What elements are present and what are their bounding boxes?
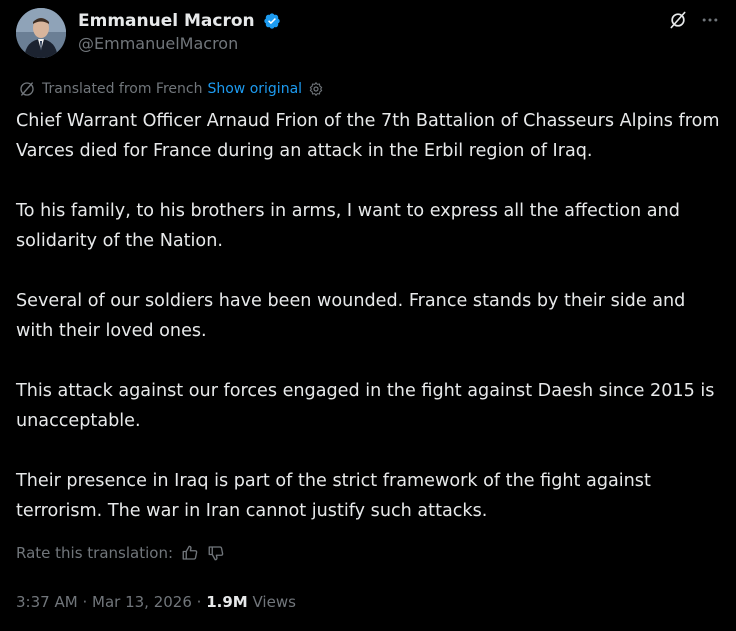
tweet-paragraph: Their presence in Iraq is part of the st… bbox=[16, 471, 651, 521]
avatar[interactable] bbox=[16, 8, 66, 58]
rate-translation-label: Rate this translation: bbox=[16, 544, 174, 562]
tweet-paragraph: To his family, to his brothers in arms, … bbox=[16, 201, 680, 251]
verified-badge-icon bbox=[264, 12, 280, 29]
author-handle[interactable]: @EmmanuelMacron bbox=[78, 34, 281, 53]
translated-from-label: Translated from French bbox=[42, 81, 203, 97]
tweet-paragraph: Chief Warrant Officer Arnaud Frion of th… bbox=[16, 111, 720, 161]
grok-icon[interactable] bbox=[668, 10, 688, 30]
more-options-icon[interactable] bbox=[700, 10, 720, 30]
tweet-date[interactable]: Mar 13, 2026 bbox=[92, 593, 192, 611]
show-original-link[interactable]: Show original bbox=[207, 81, 302, 97]
tweet-paragraph: This attack against our forces engaged i… bbox=[16, 381, 715, 431]
translation-settings-icon[interactable] bbox=[308, 81, 324, 97]
tweet-paragraph: Several of our soldiers have been wounde… bbox=[16, 291, 686, 341]
author-block[interactable]: Emmanuel Macron @EmmanuelMacron bbox=[78, 10, 281, 53]
translation-bar: Translated from French Show original bbox=[18, 80, 324, 98]
meta-separator: · bbox=[82, 593, 88, 611]
thumbs-up-icon[interactable] bbox=[181, 544, 199, 562]
tweet-time[interactable]: 3:37 AM bbox=[16, 593, 78, 611]
author-display-name[interactable]: Emmanuel Macron bbox=[78, 11, 255, 31]
views-label: Views bbox=[252, 593, 296, 611]
rate-translation: Rate this translation: bbox=[16, 544, 225, 562]
meta-separator: · bbox=[196, 593, 202, 611]
views-count: 1.9M bbox=[206, 593, 248, 611]
tweet-text: Chief Warrant Officer Arnaud Frion of th… bbox=[16, 106, 726, 556]
tweet-meta: 3:37 AM · Mar 13, 2026 · 1.9M Views bbox=[16, 593, 296, 611]
tweet-header: Emmanuel Macron @EmmanuelMacron bbox=[16, 8, 720, 60]
translate-globe-icon bbox=[20, 82, 34, 96]
thumbs-down-icon[interactable] bbox=[207, 544, 225, 562]
